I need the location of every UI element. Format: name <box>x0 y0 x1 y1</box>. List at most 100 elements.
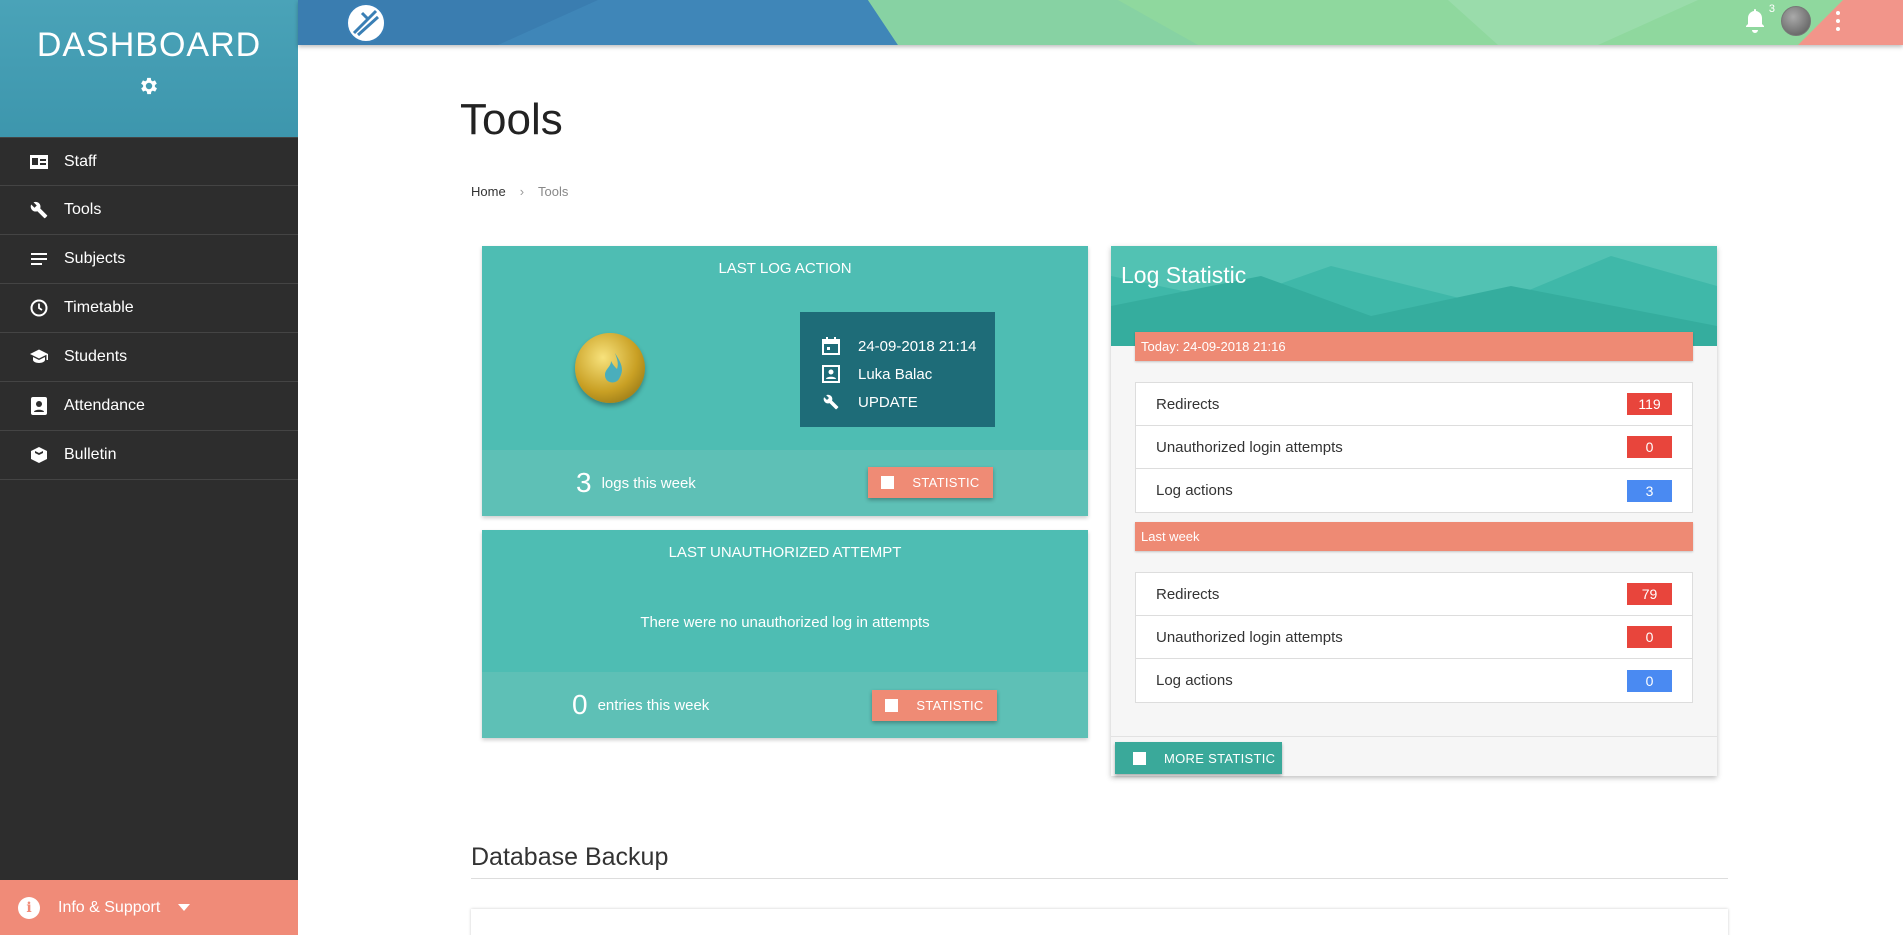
list-item: Log actions 0 <box>1136 659 1692 702</box>
info-support-label: Info & Support <box>58 898 161 916</box>
log-action: UPDATE <box>858 393 918 411</box>
list-item: Unauthorized login attempts 0 <box>1136 426 1692 469</box>
calendar-icon <box>822 337 840 355</box>
breadcrumb-current: Tools <box>538 184 569 199</box>
panel-header-background <box>1111 246 1717 346</box>
contact-card-icon <box>822 365 840 383</box>
stat-label: Log actions <box>1156 672 1233 689</box>
last-week-strip: Last week <box>1135 522 1693 551</box>
breadcrumb-home[interactable]: Home <box>471 184 506 199</box>
panel-footer: MORE STATISTIC <box>1111 736 1717 776</box>
bell-icon <box>1746 9 1764 33</box>
bulletin-icon <box>30 446 48 464</box>
bar-chart-icon <box>1133 751 1146 765</box>
contact-card-icon <box>30 397 48 415</box>
card-title: LAST LOG ACTION <box>718 260 852 277</box>
wrench-icon <box>30 201 48 219</box>
more-statistic-button[interactable]: MORE STATISTIC <box>1115 742 1282 774</box>
sidebar-item-label: Timetable <box>64 299 134 316</box>
log-date-row: 24-09-2018 21:14 <box>822 332 995 360</box>
card-title: LAST UNAUTHORIZED ATTEMPT <box>668 544 902 561</box>
top-bar: 3 <box>298 0 1903 45</box>
info-support-button[interactable]: i Info & Support <box>0 880 298 935</box>
bar-chart-icon <box>881 476 895 489</box>
list-icon <box>30 250 48 268</box>
sidebar-item-label: Tools <box>64 201 102 218</box>
breadcrumb: Home › Tools <box>471 184 568 199</box>
topbar-background <box>298 0 1903 45</box>
sidebar-item-label: Students <box>64 348 128 365</box>
log-count: 3 <box>576 467 592 498</box>
graduation-cap-icon <box>30 348 48 366</box>
log-count-label: logs this week <box>601 474 696 492</box>
unauthorized-statistic-button[interactable]: STATISTIC <box>872 690 997 721</box>
stat-label: Unauthorized login attempts <box>1156 438 1343 456</box>
chevron-right-icon: › <box>519 184 525 199</box>
button-label: MORE STATISTIC <box>1164 750 1276 766</box>
sidebar-nav: Staff Tools Subjects Timetable Students … <box>0 137 298 480</box>
stat-label: Redirects <box>1156 395 1220 413</box>
sidebar-item-subjects[interactable]: Subjects <box>0 235 298 284</box>
list-item: Redirects 79 <box>1136 573 1692 616</box>
gear-icon[interactable] <box>138 75 160 97</box>
wrench-icon <box>822 393 840 411</box>
stat-badge: 0 <box>1627 669 1672 692</box>
flame-logo-icon <box>575 333 645 403</box>
last-unauthorized-attempt-card: LAST UNAUTHORIZED ATTEMPT 0 entries this… <box>482 530 1088 738</box>
sidebar-item-label: Staff <box>64 152 97 170</box>
button-label: STATISTIC <box>916 698 984 713</box>
sidebar-item-bulletin[interactable]: Bulletin <box>0 431 298 480</box>
last-log-action-card: LAST LOG ACTION 3 logs this week <box>482 246 1088 516</box>
topbar-actions: 3 <box>1743 3 1843 36</box>
stat-label: Unauthorized login attempts <box>1156 628 1343 646</box>
sidebar-item-staff[interactable]: Staff <box>0 137 298 186</box>
caret-down-icon <box>178 904 191 911</box>
info-icon: i <box>18 896 40 919</box>
today-strip: Today: 24-09-2018 21:16 <box>1135 332 1693 361</box>
log-action-row: UPDATE <box>822 388 995 416</box>
list-item: Log actions 3 <box>1136 469 1692 512</box>
avatar[interactable] <box>1781 6 1811 36</box>
entry-count-label: entries this week <box>597 696 710 714</box>
sidebar-item-attendance[interactable]: Attendance <box>0 382 298 431</box>
sidebar-item-tools[interactable]: Tools <box>0 186 298 235</box>
sidebar-item-label: Bulletin <box>64 446 117 463</box>
today-stat-list: Redirects 119 Unauthorized login attempt… <box>1135 382 1693 513</box>
panel-header: Log Statistic <box>1111 246 1717 346</box>
sidebar-item-students[interactable]: Students <box>0 333 298 382</box>
divider <box>471 878 1728 879</box>
list-item: Redirects 119 <box>1136 383 1692 426</box>
no-attempts-message: There were no unauthorized log in attemp… <box>640 614 930 631</box>
card-footer: 3 logs this week <box>482 450 1088 516</box>
clock-icon <box>30 299 48 317</box>
bar-chart-icon <box>885 699 899 712</box>
log-user: Luka Balac <box>858 365 933 383</box>
database-backup-title: Database Backup <box>471 843 669 871</box>
stat-label: Redirects <box>1156 585 1220 603</box>
log-user-row: Luka Balac <box>822 360 995 388</box>
log-statistic-button[interactable]: STATISTIC <box>868 467 993 498</box>
notification-count: 3 <box>1768 3 1775 15</box>
log-date: 24-09-2018 21:14 <box>858 337 977 355</box>
sidebar-item-label: Subjects <box>64 250 126 267</box>
more-menu-icon[interactable] <box>1833 11 1843 31</box>
entry-count: 0 <box>572 689 588 720</box>
logo[interactable] <box>346 3 386 43</box>
card-footer: 0 entries this week <box>482 672 1088 738</box>
sidebar-item-timetable[interactable]: Timetable <box>0 284 298 333</box>
dashboard-title[interactable]: DASHBOARD <box>0 26 298 65</box>
page-title: Tools <box>460 95 563 144</box>
sidebar-item-label: Attendance <box>64 397 145 414</box>
stat-badge: 3 <box>1627 479 1672 502</box>
panel-title: Log Statistic <box>1121 262 1247 288</box>
button-label: STATISTIC <box>912 475 980 490</box>
week-stat-list: Redirects 79 Unauthorized login attempts… <box>1135 572 1693 703</box>
log-statistic-panel: Log Statistic Today: 24-09-2018 21:16 Re… <box>1111 246 1717 776</box>
stat-badge: 119 <box>1627 393 1672 415</box>
id-card-icon <box>30 153 48 171</box>
list-item: Unauthorized login attempts 0 <box>1136 616 1692 659</box>
notifications-button[interactable]: 3 <box>1743 3 1775 35</box>
sidebar: DASHBOARD Staff Tools Subjects Timetable… <box>0 0 298 935</box>
stat-badge: 0 <box>1627 626 1672 648</box>
database-backup-card <box>471 909 1728 935</box>
